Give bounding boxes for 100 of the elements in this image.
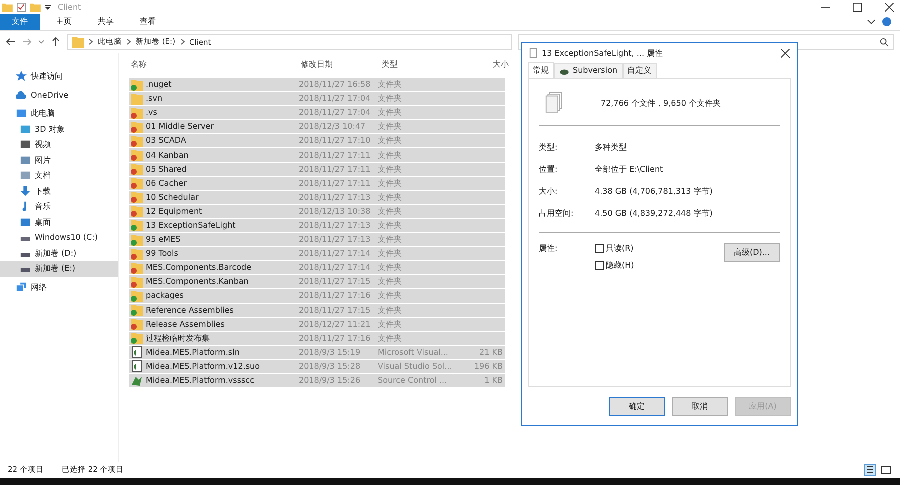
advanced-button[interactable]: 高级(D)...: [724, 243, 780, 262]
file-name: 95 eMES: [146, 235, 181, 244]
sidebar-item[interactable]: 文档: [0, 168, 118, 184]
file-row[interactable]: MES.Components.Kanban 2018/11/27 17:15 文件夹: [129, 275, 505, 290]
up-icon[interactable]: [51, 37, 61, 47]
chevron-right-icon[interactable]: [127, 39, 131, 45]
file-row[interactable]: 13 ExceptionSafeLight 2018/11/27 17:13 文件夹: [129, 218, 505, 234]
file-row[interactable]: 95 eMES 2018/11/27 17:13 文件夹: [129, 233, 505, 248]
property-value: 4.38 GB (4,706,781,313 字节): [595, 186, 713, 196]
file-row[interactable]: Reference Assemblies 2018/11/27 17:15 文件夹: [129, 304, 505, 318]
dialog-tab[interactable]: Subversion: [554, 63, 623, 78]
file-type: 文件夹: [378, 276, 403, 288]
file-type: Visual Studio Sol...: [378, 362, 454, 371]
file-type: 文件夹: [378, 192, 403, 203]
file-row[interactable]: .nuget 2018/11/27 16:58 文件夹: [129, 78, 505, 92]
property-label: 占用空间:: [539, 208, 575, 218]
file-row[interactable]: 03 SCADA 2018/11/27 17:10 文件夹: [129, 134, 505, 148]
sidebar-item[interactable]: 视频: [0, 137, 118, 152]
folder-icon: [72, 36, 84, 48]
modified-date: 2018/11/27 17:14: [299, 249, 372, 258]
file-name: .nuget: [146, 80, 172, 90]
file-row[interactable]: 12 Equipment 2018/12/13 10:38 文件夹: [129, 204, 505, 219]
property-label: 类型:: [539, 142, 559, 152]
modified-date: 2018/11/27 16:58: [299, 80, 372, 90]
file-name: packages: [146, 291, 184, 300]
sidebar-item[interactable]: 3D 对象: [0, 122, 118, 137]
file-type: 文件夹: [378, 290, 403, 302]
file-row[interactable]: Midea.MES.Platform.v12.suo 2018/9/3 15:28 Visual Studio Sol... 196 KB: [129, 360, 505, 374]
file-name: 04 Kanban: [146, 150, 189, 160]
file-name: Reference Assemblies: [146, 306, 234, 315]
dialog-button[interactable]: 取消: [672, 396, 728, 416]
chevron-down-icon[interactable]: [38, 40, 45, 44]
modified-date: 2018/12/3 10:47: [299, 122, 367, 132]
ribbon-tab[interactable]: 主页: [46, 14, 82, 30]
file-row[interactable]: Midea.MES.Platform.vssscc 2018/9/3 15:26 Source Control ... 1 KB: [129, 374, 505, 388]
ribbon-tab[interactable]: 文件: [0, 14, 40, 30]
file-name: 过程检临时发布集: [146, 332, 210, 344]
dropdown-icon[interactable]: [45, 4, 51, 10]
file-icon: [131, 374, 143, 387]
file-row[interactable]: 10 Schedular 2018/11/27 17:13 文件夹: [129, 190, 505, 205]
checkbox[interactable]: 只读(R): [595, 243, 634, 254]
file-row[interactable]: 06 Cacher 2018/11/27 17:11 文件夹: [129, 176, 505, 191]
chevron-right-icon[interactable]: [89, 39, 93, 45]
file-size: 1 KB: [484, 376, 503, 386]
column-header[interactable]: 类型: [380, 58, 461, 70]
sidebar-item[interactable]: Windows10 (C:): [0, 230, 118, 246]
file-row[interactable]: .vs 2018/11/27 17:04 文件夹: [129, 106, 505, 120]
back-icon[interactable]: [6, 37, 16, 47]
window-title: Client: [58, 2, 82, 12]
column-header[interactable]: 修改日期: [299, 58, 380, 70]
modified-date: 2018/11/27 17:10: [299, 136, 372, 146]
sidebar-item[interactable]: 快速访问: [0, 69, 118, 84]
dialog-tab[interactable]: 常规: [528, 62, 554, 78]
sidebar-item[interactable]: 此电脑: [0, 106, 118, 122]
file-type: 文件夹: [378, 304, 403, 316]
file-row[interactable]: 过程检临时发布集 2018/11/27 17:16 文件夹: [129, 332, 505, 346]
close-icon[interactable]: [781, 48, 790, 58]
file-name: 99 Tools: [146, 249, 178, 258]
file-name: .vs: [146, 108, 158, 118]
chevron-right-icon[interactable]: [180, 39, 185, 45]
sidebar-item[interactable]: OneDrive: [0, 88, 118, 103]
modified-date: 2018/11/27 17:13: [299, 235, 372, 244]
details-view-icon[interactable]: [864, 464, 876, 476]
file-row[interactable]: Midea.MES.Platform.sln 2018/9/3 15:19 Microsoft Visual... 21 KB: [129, 346, 505, 360]
dialog-button[interactable]: 确定: [609, 396, 665, 416]
file-row[interactable]: 99 Tools 2018/11/27 17:14 文件夹: [129, 247, 505, 262]
file-icon: [131, 360, 143, 372]
sidebar-item[interactable]: 下载: [0, 184, 118, 199]
column-header[interactable]: 大小: [461, 58, 509, 70]
star-icon: [16, 71, 27, 82]
sidebar-item[interactable]: 新加卷 (E:): [0, 261, 118, 276]
file-row[interactable]: .svn 2018/11/27 17:04 文件夹: [129, 92, 505, 106]
thumbnail-view-icon[interactable]: [880, 464, 892, 476]
file-type: 文件夹: [378, 178, 403, 189]
file-row[interactable]: Release Assemblies 2018/12/27 11:21 文件夹: [129, 318, 505, 332]
ribbon-tab[interactable]: 查看: [130, 14, 166, 30]
properties-icon[interactable]: [17, 2, 26, 12]
dialog-tab[interactable]: 自定义: [622, 63, 657, 78]
ribbon-tab[interactable]: 共享: [88, 14, 124, 30]
sidebar-item[interactable]: 音乐: [0, 199, 118, 214]
folder-icon: [131, 92, 143, 105]
sidebar-item[interactable]: 网络: [0, 280, 118, 295]
chevron-icon[interactable]: [867, 19, 876, 25]
modified-date: 2018/11/27 17:11: [299, 178, 372, 188]
file-row[interactable]: packages 2018/11/27 17:16 文件夹: [129, 289, 505, 304]
checkbox[interactable]: 隐藏(H): [595, 260, 634, 271]
file-row[interactable]: 05 Shared 2018/11/27 17:11 文件夹: [129, 162, 505, 177]
file-row[interactable]: 01 Middle Server 2018/12/3 10:47 文件夹: [129, 120, 505, 134]
file-row[interactable]: MES.Components.Barcode 2018/11/27 17:14 文件夹: [129, 261, 505, 276]
maximize-icon[interactable]: [853, 2, 862, 12]
close-icon[interactable]: [885, 2, 894, 12]
sidebar-item[interactable]: 新加卷 (D:): [0, 246, 118, 261]
cloud-icon: [16, 90, 27, 101]
sidebar-item[interactable]: 图片: [0, 152, 118, 168]
column-header[interactable]: 名称: [129, 58, 299, 70]
file-type: 文件夹: [378, 234, 403, 246]
sidebar-item[interactable]: 桌面: [0, 214, 118, 230]
file-row[interactable]: 04 Kanban 2018/11/27 17:11 文件夹: [129, 148, 505, 163]
file-name: Midea.MES.Platform.v12.suo: [146, 362, 260, 371]
dialog-title: 13 ExceptionSafeLight, ... 属性: [542, 48, 664, 58]
